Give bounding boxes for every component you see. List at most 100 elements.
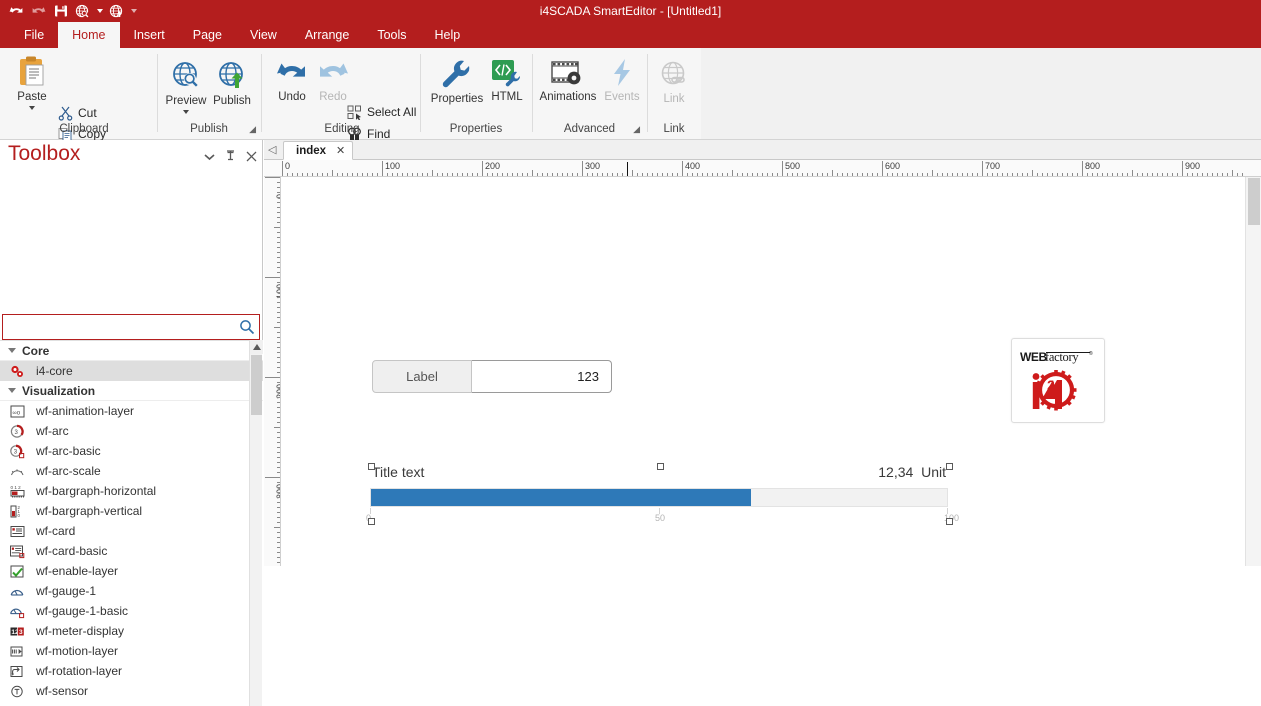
tab-nav-left-icon[interactable]: ◁: [268, 143, 276, 156]
ruler-v-minor-tick: [277, 182, 280, 183]
animations-label: Animations: [539, 91, 597, 103]
ruler-h-minor-tick: [357, 173, 358, 176]
toolbox-item-wf-enable-layer[interactable]: wf-enable-layer: [0, 561, 263, 581]
chevron-down-icon[interactable]: [204, 151, 215, 163]
toolbox-item-wf-meter-display[interactable]: 12 3 wf-meter-display: [0, 621, 263, 641]
bargraph-widget[interactable]: Title text 12,34 Unit 050100: [366, 464, 959, 523]
document-tab-close-icon[interactable]: ✕: [336, 144, 345, 157]
group-expander-icon[interactable]: [8, 388, 16, 393]
paste-button[interactable]: Paste: [6, 56, 58, 110]
toolbox-search[interactable]: [2, 314, 260, 340]
selection-handle-top-left[interactable]: [368, 463, 375, 470]
toolbox-item-wf-arc[interactable]: 3 wf-arc: [0, 421, 263, 441]
ribbon-tab-file[interactable]: File: [10, 22, 58, 48]
animations-icon: [551, 61, 581, 85]
ruler-h-minor-tick: [592, 173, 593, 176]
ruler-h-minor-tick: [742, 173, 743, 176]
toolbox-item-wf-card-basic[interactable]: wf-card-basic: [0, 541, 263, 561]
selection-handle-top-center[interactable]: [657, 463, 664, 470]
ribbon-tab-insert[interactable]: Insert: [120, 22, 179, 48]
toolbox-item-wf-card[interactable]: wf-card: [0, 521, 263, 541]
ribbon-tab-view[interactable]: View: [236, 22, 291, 48]
link-globe-icon: [661, 61, 685, 85]
ruler-v-minor-tick: [274, 327, 280, 328]
ruler-v-minor-tick: [277, 397, 280, 398]
advanced-group-label: Advanced: [563, 123, 616, 135]
bargraph-scale-label: 50: [655, 513, 666, 523]
canvas-vertical-scrollbar[interactable]: [1245, 177, 1261, 566]
bargraph-unit: Unit: [921, 464, 946, 480]
ribbon-tab-home[interactable]: Home: [58, 22, 120, 48]
ribbon-tab-help[interactable]: Help: [421, 22, 475, 48]
publish-group-launcher[interactable]: ◢: [249, 124, 256, 135]
toolbox-item-wf-sensor[interactable]: wf-sensor: [0, 681, 263, 701]
ruler-h-minor-tick: [867, 173, 868, 176]
publish-button[interactable]: Publish: [206, 60, 258, 107]
ribbon-tab-page[interactable]: Page: [179, 22, 236, 48]
toolbox-item-wf-animation-layer[interactable]: ∞o wf-animation-layer: [0, 401, 263, 421]
toolbox-item-wf-bargraph-vertical[interactable]: 2 1 0 wf-bargraph-vertical: [0, 501, 263, 521]
toolbox-item-wf-rotation-layer[interactable]: wf-rotation-layer: [0, 661, 263, 681]
paste-dropdown-icon[interactable]: [29, 106, 35, 110]
toolbox-item-wf-arc-scale[interactable]: wf-arc-scale: [0, 461, 263, 481]
ruler-h-minor-tick: [1042, 173, 1043, 176]
html-button[interactable]: HTML: [483, 58, 531, 103]
sensor-icon: [6, 682, 28, 700]
label-input-widget[interactable]: Label 123: [372, 360, 612, 393]
pin-icon[interactable]: [225, 150, 236, 164]
ruler-h-minor-tick: [287, 173, 288, 176]
ruler-v-minor-tick: [277, 457, 280, 458]
scroll-up-icon[interactable]: [250, 340, 263, 354]
toolbox-item-wf-bargraph-horizontal[interactable]: 0 1 2 wf-bargraph-horizontal: [0, 481, 263, 501]
search-icon[interactable]: [235, 319, 259, 335]
ribbon-group-editing: Undo Redo Select All Find ABAC Replace E…: [262, 48, 422, 164]
selection-handle-mid-left[interactable]: [368, 518, 375, 525]
ruler-h-label: 300: [585, 161, 601, 171]
toolbox-scroll-thumb[interactable]: [251, 355, 262, 415]
toolbox-item-label: wf-sensor: [36, 684, 89, 698]
toolbox-scrollbar[interactable]: [249, 340, 263, 706]
properties-button[interactable]: Properties: [427, 58, 487, 105]
search-input[interactable]: [3, 316, 235, 338]
ruler-v-minor-tick: [277, 287, 280, 288]
ruler-h-minor-tick: [292, 173, 293, 176]
ribbon-tab-arrange[interactable]: Arrange: [291, 22, 363, 48]
toolbox-item-label: i4-core: [36, 364, 73, 378]
toolbox-item-i4-core[interactable]: i4-core: [0, 361, 263, 381]
preview-button[interactable]: Preview: [160, 60, 212, 114]
ruler-h-minor-tick: [862, 173, 863, 176]
ruler-v-minor-tick: [277, 357, 280, 358]
select-all-button[interactable]: Select All: [347, 103, 416, 121]
widget-input-value[interactable]: 123: [472, 360, 612, 393]
preview-ribbon-dropdown-icon[interactable]: [183, 110, 189, 114]
advanced-group-launcher[interactable]: ◢: [633, 124, 640, 135]
ruler-h-minor-tick: [307, 173, 308, 176]
ribbon-group-publish: Preview Publish Publish ◢: [158, 48, 260, 139]
selection-handle-top-right[interactable]: [946, 463, 953, 470]
ruler-v-minor-tick: [277, 517, 280, 518]
canvas-scroll-thumb[interactable]: [1248, 178, 1260, 225]
ruler-h-minor-tick: [687, 173, 688, 176]
toolbox-item-list[interactable]: Core i4-core Visualization ∞o wf-animation-l…: [0, 340, 263, 706]
toolbox-item-wf-motion-layer[interactable]: wf-motion-layer: [0, 641, 263, 661]
toolbox-item-wf-arc-basic[interactable]: 3 wf-arc-basic: [0, 441, 263, 461]
cut-button[interactable]: Cut: [58, 104, 97, 122]
ribbon-tab-tools[interactable]: Tools: [363, 22, 420, 48]
ruler-h-minor-tick: [467, 173, 468, 176]
animations-button[interactable]: Animations: [535, 58, 601, 103]
ruler-h-minor-tick: [527, 173, 528, 176]
widget-label: Label: [372, 360, 472, 393]
webfactory-logo: WEB factory ® 2: [1011, 338, 1105, 423]
close-icon[interactable]: [246, 151, 257, 164]
group-expander-icon[interactable]: [8, 348, 16, 353]
toolbox-item-wf-gauge-1-basic[interactable]: wf-gauge-1-basic: [0, 601, 263, 621]
toolbox-group-visualization[interactable]: Visualization: [0, 381, 263, 401]
design-canvas[interactable]: Label 123 Title text 12,34 Unit 050100: [282, 177, 1243, 566]
svg-text:®: ®: [1089, 350, 1093, 357]
ruler-h-minor-tick: [572, 173, 573, 176]
document-tab-index[interactable]: index ✕: [283, 141, 354, 160]
selection-handle-mid-right[interactable]: [946, 518, 953, 525]
toolbox-group-core[interactable]: Core: [0, 341, 263, 361]
ruler-v-minor-tick: [277, 407, 280, 408]
toolbox-item-wf-gauge-1[interactable]: wf-gauge-1: [0, 581, 263, 601]
